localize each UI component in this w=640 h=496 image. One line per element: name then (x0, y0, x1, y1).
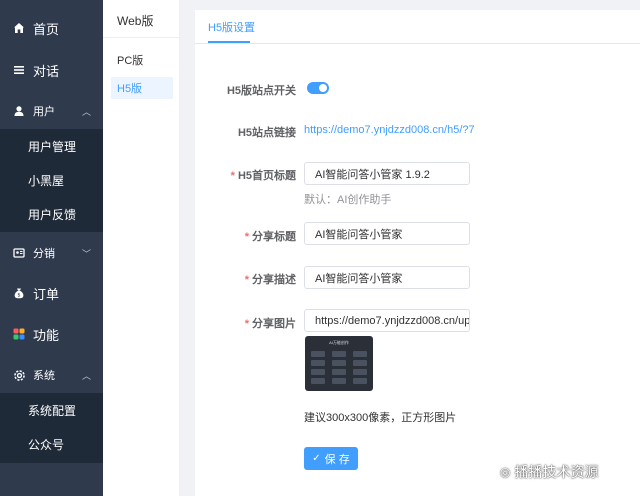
save-button-label: 保 存 (324, 453, 350, 466)
preview-cell (353, 351, 367, 357)
sidebar-item-label: 系统 (33, 370, 55, 382)
required-mark: * (230, 170, 235, 182)
sidebar-item-label: 用户 (33, 106, 55, 118)
sidebar-item-chat[interactable]: 对话 (0, 50, 103, 90)
tab-h5-settings[interactable]: H5版设置 (208, 10, 255, 44)
share-title-label: * 分享标题 (244, 231, 296, 243)
share-desc-label: * 分享描述 (244, 274, 296, 286)
preview-cell (332, 369, 346, 375)
share-desc-input[interactable]: AI智能问答小管家 (304, 266, 470, 289)
chevron-up-icon: ︿ (82, 106, 92, 117)
sidebar-item-label: 功能 (33, 327, 60, 343)
preview-cell (311, 360, 325, 366)
sidebar-subitem-feedback[interactable]: 用户反馈 (0, 197, 103, 231)
money-bag-icon: $ (12, 286, 26, 300)
preview-cell (311, 369, 325, 375)
preview-title: AI万能创作 (329, 340, 349, 345)
preview-cell (332, 351, 346, 357)
sidebar-subitem-blacklist[interactable]: 小黑屋 (0, 163, 103, 197)
preview-cell (353, 378, 367, 384)
share-image-input[interactable]: https://demo7.ynjdzzd008.cn/upl (304, 309, 470, 332)
share-image-label: * 分享图片 (244, 318, 296, 330)
share-image-tip: 建议300x300像素，正方形图片 (304, 412, 457, 424)
sidebar-item-user[interactable]: 用户 ︿ (0, 100, 103, 122)
chevron-down-icon: ﹀ (82, 248, 92, 259)
share-icon (12, 246, 26, 260)
preview-cell (332, 378, 346, 384)
user-submenu: 用户管理 小黑屋 用户反馈 (0, 129, 103, 232)
sidebar-subitem-user-management[interactable]: 用户管理 (0, 129, 103, 163)
user-icon (12, 104, 26, 118)
required-mark: * (244, 318, 249, 330)
tab-bar: H5版设置 (195, 10, 640, 44)
sidebar-item-label: 首页 (33, 21, 60, 37)
sidebar-item-home[interactable]: 首页 (0, 8, 103, 48)
sidebar-item-label: 分销 (33, 248, 55, 260)
sidebar-item-label: 订单 (33, 286, 60, 302)
sidebar-subitem-label: 用户反馈 (28, 207, 77, 222)
svg-text:$: $ (17, 293, 20, 299)
site-link-label: H5站点链接 (237, 127, 296, 139)
share-image-preview[interactable]: AI万能创作 (305, 336, 373, 391)
required-mark: * (244, 231, 249, 243)
sidebar-item-features[interactable]: 功能 (0, 314, 103, 354)
home-title-label: * H5首页标题 (230, 170, 296, 182)
site-switch-label: H5版站点开关 (226, 85, 296, 97)
sidebar-item-orders[interactable]: $ 订单 (0, 273, 103, 313)
home-title-hint: 默认：AI创作助手 (304, 194, 392, 206)
nav-option-h5[interactable]: H5版 (111, 77, 173, 99)
chevron-up-icon: ︿ (82, 370, 92, 381)
check-icon: ✓ (312, 453, 321, 464)
sidebar-subitem-system-config[interactable]: 系统配置 (0, 393, 103, 427)
sidebar-item-label: 对话 (33, 63, 60, 79)
sidebar-subitem-official-account[interactable]: 公众号 (0, 427, 103, 461)
secondary-nav-title: Web版 (117, 14, 154, 28)
site-switch-toggle[interactable] (307, 82, 329, 94)
preview-cell (353, 360, 367, 366)
settings-panel: H5版设置 H5版站点开关 H5站点链接 https://demo7.ynjdz… (195, 10, 640, 496)
apps-icon (12, 327, 26, 341)
preview-cell (332, 360, 346, 366)
required-mark: * (244, 274, 249, 286)
sidebar-subitem-label: 公众号 (28, 437, 65, 452)
watermark-logo-icon: ◎ (500, 465, 511, 479)
secondary-nav: Web版 PC版 H5版 (103, 0, 180, 496)
sidebar: 首页 对话 用户 ︿ 用户管理 小黑屋 用户反馈 分销 ﹀ $ 订单 功能 系统… (0, 0, 103, 496)
system-submenu: 系统配置 公众号 (0, 393, 103, 463)
sidebar-item-system[interactable]: 系统 ︿ (0, 364, 103, 386)
save-button[interactable]: ✓ 保 存 (304, 447, 358, 470)
home-title-input[interactable]: AI智能问答小管家 1.9.2 (304, 162, 470, 185)
settings-icon (12, 368, 26, 382)
watermark: ◎ 播播技术资源 (500, 464, 599, 480)
list-icon (12, 63, 26, 77)
toggle-knob (319, 84, 327, 92)
sidebar-subitem-label: 小黑屋 (28, 173, 65, 188)
sidebar-subitem-label: 系统配置 (28, 403, 77, 418)
tab-active-indicator (208, 41, 250, 43)
share-title-input[interactable]: AI智能问答小管家 (304, 222, 470, 245)
divider (103, 37, 180, 38)
preview-cell (311, 351, 325, 357)
preview-cell (353, 369, 367, 375)
nav-option-pc[interactable]: PC版 (111, 49, 173, 71)
home-icon (12, 21, 26, 35)
sidebar-subitem-label: 用户管理 (28, 139, 77, 154)
site-link[interactable]: https://demo7.ynjdzzd008.cn/h5/?7edt (304, 124, 474, 136)
sidebar-item-distribution[interactable]: 分销 ﹀ (0, 242, 103, 264)
preview-cell (311, 378, 325, 384)
